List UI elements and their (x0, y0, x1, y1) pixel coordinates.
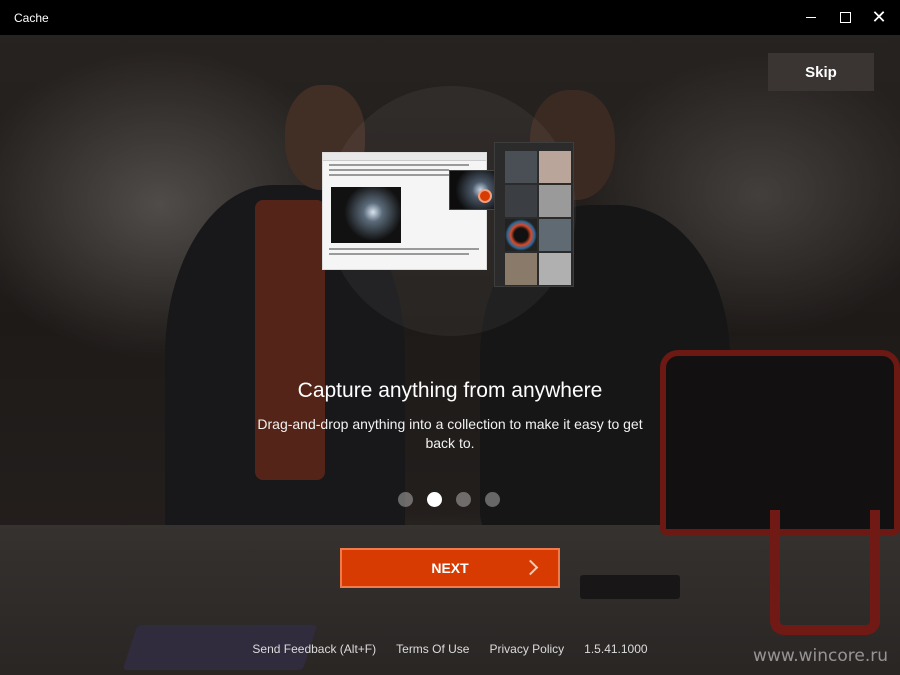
document-image (331, 187, 401, 243)
skip-button[interactable]: Skip (768, 53, 874, 91)
chevron-right-icon (522, 559, 539, 576)
title-bar: Cache ✕ (0, 0, 900, 35)
page-indicator (398, 492, 500, 507)
drag-cursor-icon (478, 189, 492, 203)
version-label: 1.5.41.1000 (584, 642, 648, 656)
send-feedback-link[interactable]: Send Feedback (Alt+F) (252, 642, 376, 656)
illustration (322, 142, 574, 287)
maximize-button[interactable] (828, 0, 862, 35)
collection-panel (494, 142, 574, 287)
onboarding-heading: Capture anything from anywhere (297, 379, 603, 402)
close-button[interactable]: ✕ (862, 0, 896, 35)
next-button-label: NEXT (431, 560, 469, 576)
minimize-button[interactable] (794, 0, 828, 35)
page-dot-3[interactable] (456, 492, 471, 507)
page-dot-2[interactable] (427, 492, 442, 507)
next-button[interactable]: NEXT (340, 548, 560, 588)
privacy-policy-link[interactable]: Privacy Policy (489, 642, 564, 656)
onboarding-description: Drag-and-drop anything into a collection… (257, 416, 643, 451)
page-dot-1[interactable] (398, 492, 413, 507)
page-dot-4[interactable] (485, 492, 500, 507)
terms-of-use-link[interactable]: Terms Of Use (396, 642, 469, 656)
app-title: Cache (14, 10, 49, 25)
watermark: www.wincore.ru (753, 646, 888, 666)
